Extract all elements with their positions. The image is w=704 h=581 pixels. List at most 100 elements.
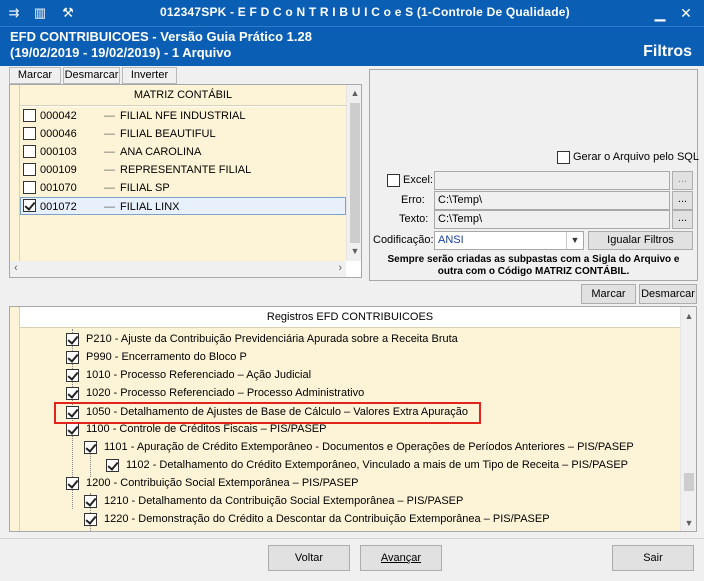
registro-label: 1102 - Detalhamento do Crédito Extemporâ…	[126, 459, 629, 471]
row-code: 001070	[40, 182, 77, 194]
minimize-icon[interactable]: ▁	[649, 2, 671, 24]
section-title: Filtros	[643, 43, 692, 60]
texto-browse-button[interactable]: ...	[672, 210, 693, 229]
igualar-filtros-button[interactable]: Igualar Filtros	[588, 231, 693, 250]
highlight-box	[54, 402, 481, 424]
gerar-sql-label: Gerar o Arquivo pelo SQL	[573, 151, 699, 163]
registro-label: 1010 - Processo Referenciado – Ação Judi…	[86, 369, 312, 381]
chevron-down-icon[interactable]: ▼	[566, 232, 583, 249]
app-menu-icon[interactable]: ⇉	[4, 3, 24, 23]
scroll-thumb[interactable]	[350, 103, 360, 243]
filters-note-line1: Sempre serão criadas as subpastas com a …	[387, 254, 680, 265]
codificacao-select[interactable]: ANSI ▼	[434, 231, 584, 250]
row-code: 001072	[40, 201, 77, 213]
registro-checkbox-checked[interactable]	[66, 351, 79, 364]
row-checkbox[interactable]	[23, 181, 36, 194]
registros-column-header: Registros EFD CONTRIBUICOES	[20, 307, 680, 328]
registros-marcar-button[interactable]: Marcar	[581, 284, 636, 304]
header-band: EFD CONTRIBUICOES - Versão Guia Prático …	[0, 26, 704, 66]
row-checkbox-checked[interactable]	[23, 199, 36, 212]
close-icon[interactable]: ✕	[675, 2, 697, 24]
scroll-down-icon[interactable]: ▼	[347, 246, 361, 256]
scroll-right-icon[interactable]: ›	[338, 262, 342, 274]
gerar-sql-checkbox[interactable]	[557, 151, 570, 164]
excel-label: Excel:	[403, 174, 433, 186]
excel-browse-button[interactable]: ...	[672, 171, 693, 190]
registro-checkbox-checked[interactable]	[84, 495, 97, 508]
matriz-grid: MATRIZ CONTÁBIL 000042 — FILIAL NFE INDU…	[9, 84, 362, 278]
matriz-row-selected[interactable]: 001072 — FILIAL LINX	[20, 197, 346, 215]
matriz-desmarcar-button[interactable]: Desmarcar	[63, 67, 120, 84]
registro-checkbox-checked[interactable]	[66, 423, 79, 436]
erro-path-field[interactable]: C:\Temp\	[434, 191, 670, 210]
codificacao-label: Codificação:	[373, 234, 434, 246]
scroll-up-icon[interactable]: ▲	[347, 88, 361, 98]
registros-vertical-scrollbar[interactable]: ▲ ▼	[680, 307, 696, 531]
grid-indicator-column	[10, 307, 20, 531]
wrench-icon[interactable]: ⚒	[58, 3, 78, 23]
erro-label: Erro:	[401, 194, 425, 206]
row-code: 000046	[40, 128, 77, 140]
registro-label: 1220 - Demonstração do Crédito a Descont…	[104, 513, 550, 525]
erro-browse-button[interactable]: ...	[672, 191, 693, 210]
row-name: FILIAL BEAUTIFUL	[120, 128, 216, 140]
excel-path-field[interactable]	[434, 171, 670, 190]
row-code: 000042	[40, 110, 77, 122]
tree-dash-icon: —	[104, 146, 115, 158]
row-checkbox[interactable]	[23, 109, 36, 122]
excel-checkbox[interactable]	[387, 174, 400, 187]
matriz-row[interactable]: 000042 — FILIAL NFE INDUSTRIAL	[20, 107, 346, 125]
registro-label: 1020 - Processo Referenciado – Processo …	[86, 387, 365, 399]
title-bar: ⇉ ▥ ⚒ 012347SPK - E F D C o N T R I B U …	[0, 0, 704, 26]
header-period: (19/02/2019 - 19/02/2019) - 1 Arquivo	[10, 45, 232, 60]
filters-panel: Gerar o Arquivo pelo SQL Excel: ... Erro…	[369, 69, 699, 281]
tree-dash-icon: —	[104, 110, 115, 122]
matriz-marcar-button[interactable]: Marcar	[9, 67, 61, 84]
filters-note-line2: outra com o Código MATRIZ CONTÁBIL.	[437, 266, 630, 277]
voltar-button[interactable]: Voltar	[268, 545, 350, 571]
row-code: 000103	[40, 146, 77, 158]
row-name: FILIAL NFE INDUSTRIAL	[120, 110, 246, 122]
tree-dash-icon: —	[104, 164, 115, 176]
registro-checkbox-checked[interactable]	[84, 441, 97, 454]
registro-label: P210 - Ajuste da Contribuição Previdenci…	[86, 333, 458, 345]
tree-dash-icon: —	[104, 128, 115, 140]
registro-checkbox-checked[interactable]	[66, 387, 79, 400]
scroll-down-icon[interactable]: ▼	[681, 518, 696, 528]
grid-indicator-column	[10, 85, 20, 265]
matriz-vertical-scrollbar[interactable]: ▲ ▼	[346, 85, 361, 261]
traffic-light-icon[interactable]: ▥	[30, 3, 50, 23]
matriz-row[interactable]: 000103 — ANA CAROLINA	[20, 143, 346, 161]
row-checkbox[interactable]	[23, 127, 36, 140]
row-code: 000109	[40, 164, 77, 176]
registro-checkbox-checked[interactable]	[84, 513, 97, 526]
tree-dash-icon: —	[104, 201, 115, 213]
registro-label: 1200 - Contribuição Social Extemporânea …	[86, 477, 359, 489]
header-version: EFD CONTRIBUICOES - Versão Guia Prático …	[10, 29, 312, 44]
tree-dash-icon: —	[104, 182, 115, 194]
matriz-row[interactable]: 000109 — REPRESENTANTE FILIAL	[20, 161, 346, 179]
codificacao-value: ANSI	[438, 234, 464, 246]
scroll-thumb[interactable]	[684, 473, 694, 491]
window-title: 012347SPK - E F D C o N T R I B U I C o …	[160, 5, 570, 19]
row-name: FILIAL LINX	[120, 201, 180, 213]
matriz-horizontal-scrollbar[interactable]: ‹ ›	[10, 261, 346, 277]
matriz-row[interactable]: 001070 — FILIAL SP	[20, 179, 346, 197]
sair-button[interactable]: Sair	[612, 545, 694, 571]
registro-checkbox-checked[interactable]	[106, 459, 119, 472]
row-checkbox[interactable]	[23, 145, 36, 158]
scroll-up-icon[interactable]: ▲	[681, 311, 696, 321]
registro-checkbox-checked[interactable]	[66, 369, 79, 382]
matriz-inverter-button[interactable]: Inverter	[122, 67, 177, 84]
avancar-button[interactable]: Avançar	[360, 545, 442, 571]
row-checkbox[interactable]	[23, 163, 36, 176]
scroll-left-icon[interactable]: ‹	[14, 262, 18, 274]
matriz-row[interactable]: 000046 — FILIAL BEAUTIFUL	[20, 125, 346, 143]
texto-path-field[interactable]: C:\Temp\	[434, 210, 670, 229]
registro-label: P990 - Encerramento do Bloco P	[86, 351, 247, 363]
row-name: REPRESENTANTE FILIAL	[120, 164, 252, 176]
registro-checkbox-checked[interactable]	[66, 477, 79, 490]
registros-desmarcar-button[interactable]: Desmarcar	[639, 284, 697, 304]
registro-checkbox-checked[interactable]	[66, 333, 79, 346]
texto-label: Texto:	[399, 213, 429, 225]
